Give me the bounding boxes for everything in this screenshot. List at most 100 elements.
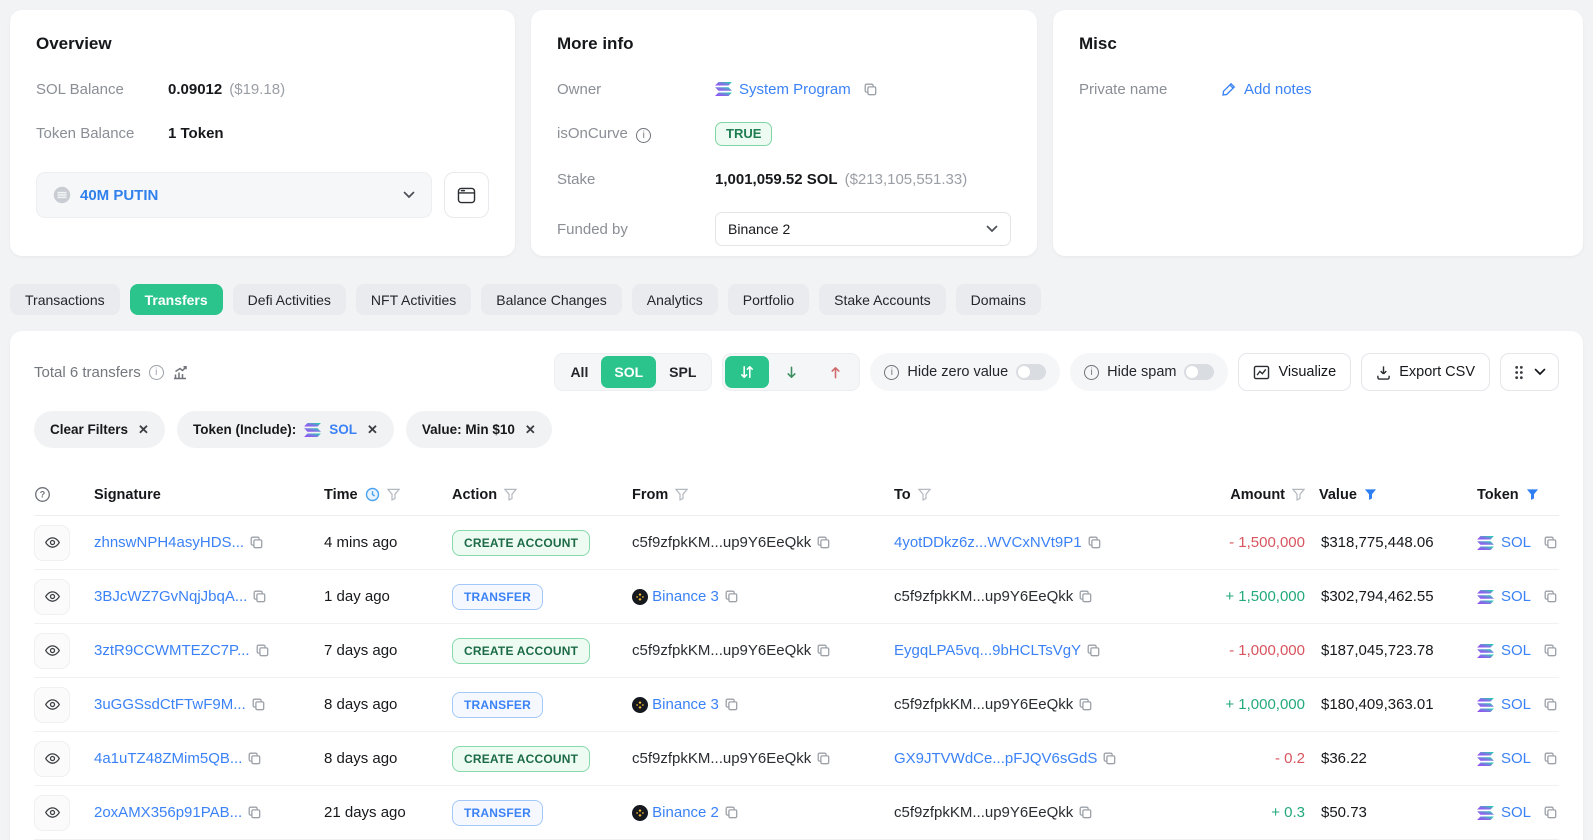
filter-funnel-icon[interactable]: [387, 488, 400, 501]
token-link[interactable]: SOL: [1501, 750, 1531, 767]
preview-eye-button[interactable]: [34, 525, 70, 561]
from-address-link[interactable]: Binance 3: [652, 588, 719, 605]
export-csv-button[interactable]: Export CSV: [1361, 353, 1490, 391]
scope-option-sol[interactable]: SOL: [601, 356, 656, 388]
sort-in-button[interactable]: [769, 356, 813, 388]
copy-icon[interactable]: [256, 644, 269, 657]
visualize-button[interactable]: Visualize: [1238, 353, 1351, 391]
copy-icon[interactable]: [1079, 806, 1092, 819]
sort-out-button[interactable]: [813, 356, 857, 388]
token-link[interactable]: SOL: [1501, 588, 1531, 605]
token-link[interactable]: SOL: [1501, 696, 1531, 713]
export-csv-label: Export CSV: [1399, 364, 1475, 380]
copy-icon[interactable]: [1103, 752, 1116, 765]
preview-eye-button[interactable]: [34, 741, 70, 777]
tab-nft-activities[interactable]: NFT Activities: [356, 284, 471, 315]
filter-funnel-icon[interactable]: [675, 488, 688, 501]
token-holdings-dropdown[interactable]: 40M PUTIN: [36, 172, 432, 218]
token-link[interactable]: SOL: [1501, 804, 1531, 821]
tab-transactions[interactable]: Transactions: [10, 284, 120, 315]
token-link[interactable]: SOL: [1501, 642, 1531, 659]
copy-icon[interactable]: [252, 698, 265, 711]
binance-icon: [632, 805, 648, 821]
tab-analytics[interactable]: Analytics: [632, 284, 718, 315]
stats-chart-icon[interactable]: [172, 365, 188, 380]
preview-eye-button[interactable]: [34, 633, 70, 669]
signature-link[interactable]: zhnswNPH4asyHDS...: [94, 534, 244, 551]
to-address-link[interactable]: 4yotDDkz6z...WVCxNVt9P1: [894, 534, 1082, 551]
clock-icon[interactable]: [365, 487, 380, 502]
copy-icon[interactable]: [253, 590, 266, 603]
to-address-link[interactable]: GX9JTVWdCe...pFJQV6sGdS: [894, 750, 1097, 767]
copy-icon[interactable]: [248, 752, 261, 765]
copy-icon[interactable]: [817, 752, 830, 765]
signature-link[interactable]: 2oxAMX356p91PAB...: [94, 804, 242, 821]
filter-funnel-icon[interactable]: [1292, 488, 1305, 501]
owner-link[interactable]: System Program: [739, 81, 851, 98]
filter-funnel-icon[interactable]: [1364, 488, 1377, 501]
funded-by-select[interactable]: Binance 2: [715, 212, 1011, 246]
filter-funnel-icon[interactable]: [918, 488, 931, 501]
to-address-link[interactable]: EygqLPA5vq...9bHCLTsVgY: [894, 642, 1081, 659]
info-icon[interactable]: i: [149, 365, 164, 380]
scope-option-spl[interactable]: SPL: [656, 356, 709, 388]
hide-spam-toggle[interactable]: i Hide spam: [1070, 353, 1228, 391]
token-link[interactable]: SOL: [1501, 534, 1531, 551]
filter-chip-token-include[interactable]: Token (Include):SOL✕: [177, 411, 394, 448]
copy-icon[interactable]: [1087, 644, 1100, 657]
copy-icon[interactable]: [248, 806, 261, 819]
copy-icon[interactable]: [725, 698, 738, 711]
copy-icon[interactable]: [250, 536, 263, 549]
close-icon[interactable]: ✕: [525, 422, 536, 438]
signature-link[interactable]: 3BJcWZ7GvNqjJbqA...: [94, 588, 247, 605]
total-transfers-label: Total 6 transfers: [34, 364, 141, 381]
transfers-toolbar: Total 6 transfers i AllSOLSPL i Hide zer…: [34, 353, 1559, 391]
filter-chip-clear-filters[interactable]: Clear Filters✕: [34, 411, 165, 448]
close-icon[interactable]: ✕: [367, 422, 378, 438]
tab-balance-changes[interactable]: Balance Changes: [481, 284, 622, 315]
hide-zero-value-toggle[interactable]: i Hide zero value: [870, 353, 1060, 391]
scope-option-all[interactable]: All: [557, 356, 601, 388]
preview-eye-button[interactable]: [34, 687, 70, 723]
filter-funnel-icon[interactable]: [504, 488, 517, 501]
tab-portfolio[interactable]: Portfolio: [728, 284, 809, 315]
wallet-view-button[interactable]: [444, 172, 489, 218]
copy-icon[interactable]: [864, 83, 877, 96]
copy-icon[interactable]: [817, 536, 830, 549]
preview-eye-button[interactable]: [34, 579, 70, 615]
tab-stake-accounts[interactable]: Stake Accounts: [819, 284, 946, 315]
copy-icon[interactable]: [1544, 806, 1557, 819]
column-settings-button[interactable]: [1500, 353, 1559, 391]
signature-link[interactable]: 3uGGSsdCtFTwF9M...: [94, 696, 246, 713]
filter-chip-value-min[interactable]: Value: Min $10✕: [406, 411, 552, 448]
hide-spam-switch[interactable]: [1184, 364, 1214, 380]
add-notes-link[interactable]: Add notes: [1244, 81, 1312, 98]
solana-icon: [1477, 698, 1494, 712]
copy-icon[interactable]: [817, 644, 830, 657]
signature-link[interactable]: 4a1uTZ48ZMim5QB...: [94, 750, 242, 767]
hide-zero-value-switch[interactable]: [1016, 364, 1046, 380]
close-icon[interactable]: ✕: [138, 422, 149, 438]
tab-defi-activities[interactable]: Defi Activities: [233, 284, 346, 315]
misc-title: Misc: [1079, 34, 1557, 54]
signature-link[interactable]: 3ztR9CCWMTEZC7P...: [94, 642, 250, 659]
info-icon[interactable]: i: [636, 128, 651, 143]
copy-icon[interactable]: [1544, 536, 1557, 549]
from-address-link[interactable]: Binance 2: [652, 804, 719, 821]
preview-eye-button[interactable]: [34, 795, 70, 831]
copy-icon[interactable]: [725, 806, 738, 819]
copy-icon[interactable]: [1079, 590, 1092, 603]
question-icon[interactable]: ?: [34, 486, 51, 503]
filter-funnel-icon[interactable]: [1526, 488, 1539, 501]
copy-icon[interactable]: [1544, 644, 1557, 657]
copy-icon[interactable]: [1079, 698, 1092, 711]
copy-icon[interactable]: [1544, 590, 1557, 603]
tab-transfers[interactable]: Transfers: [130, 284, 223, 315]
copy-icon[interactable]: [725, 590, 738, 603]
copy-icon[interactable]: [1544, 752, 1557, 765]
from-address-link[interactable]: Binance 3: [652, 696, 719, 713]
tab-domains[interactable]: Domains: [956, 284, 1041, 315]
copy-icon[interactable]: [1544, 698, 1557, 711]
copy-icon[interactable]: [1088, 536, 1101, 549]
sort-both-button[interactable]: [725, 356, 769, 388]
